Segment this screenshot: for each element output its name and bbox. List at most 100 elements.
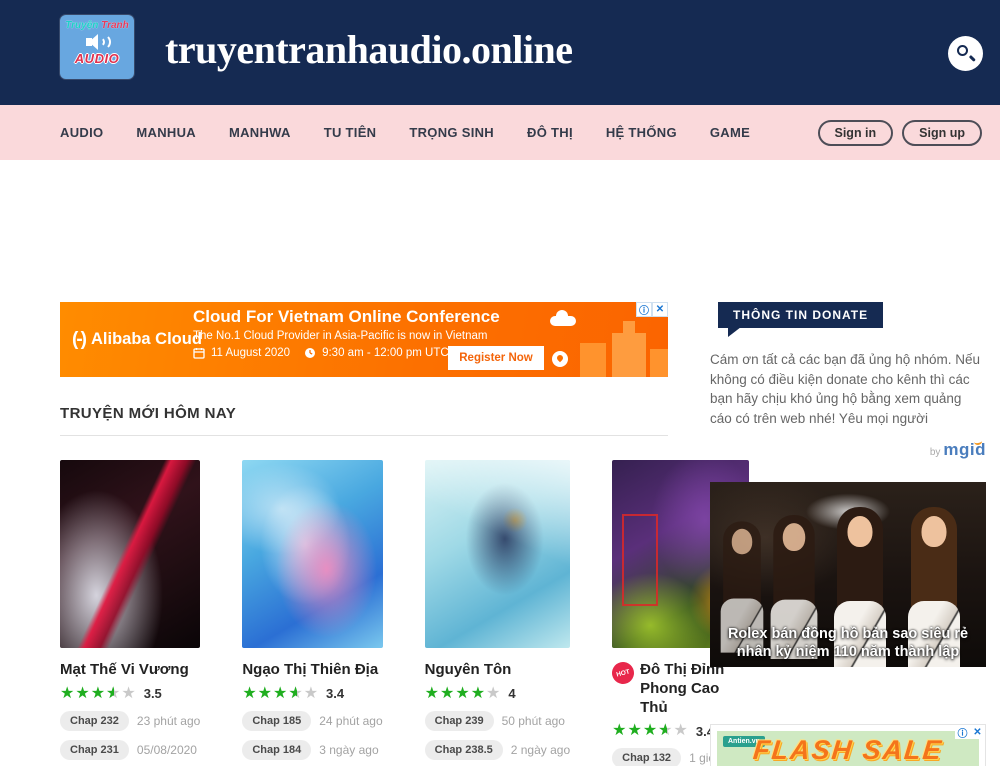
ad-info-icon[interactable]: ⓘ: [955, 725, 970, 739]
comic-title[interactable]: Ngạo Thị Thiên Địa: [242, 661, 378, 680]
building-decoration: [650, 349, 668, 377]
chapter-time: 3 ngày ago: [319, 743, 378, 757]
star-full-icon: ★: [471, 686, 486, 702]
star-full-icon: ★: [75, 686, 90, 702]
nav-item-audio[interactable]: AUDIO: [60, 125, 103, 140]
star-half-icon: ★★: [288, 686, 303, 702]
site-title[interactable]: truyentranhaudio.online: [165, 26, 572, 73]
chapter-row: Chap 185 24 phút ago: [242, 711, 382, 731]
alibaba-brand-label: Alibaba Cloud: [91, 330, 202, 349]
site-logo[interactable]: Truyện Tranh AUDIO: [60, 15, 134, 79]
star-full-icon: ★: [60, 686, 75, 702]
hot-badge: HOT: [610, 660, 637, 687]
mgid-logo: mgid: [943, 440, 986, 459]
banner-title: Cloud For Vietnam Online Conference: [193, 307, 500, 327]
star-full-icon: ★: [273, 686, 288, 702]
clock-icon: [304, 347, 316, 359]
location-pin-icon: [552, 351, 568, 367]
mgid-by-label: by: [930, 447, 941, 458]
nav-item-game[interactable]: GAME: [710, 125, 750, 140]
alibaba-logo-icon: (-): [72, 329, 85, 351]
cloud-decoration: [550, 316, 576, 326]
sign-up-button[interactable]: Sign up: [902, 120, 982, 146]
chapter-link[interactable]: Chap 132: [612, 748, 681, 766]
nav-item-he-thong[interactable]: HỆ THỐNG: [606, 125, 677, 140]
comic-title[interactable]: Nguyên Tôn: [425, 661, 512, 680]
donate-text: Cám ơn tất cả các bạn đã ủng hộ nhóm. Nế…: [710, 350, 986, 428]
speaker-icon: [86, 34, 108, 50]
chapter-link[interactable]: Chap 185: [242, 711, 311, 731]
flash-sale-inner: Antien.vn FLASH SALE XEM NGAY: [717, 731, 979, 766]
star-full-icon: ★: [425, 686, 440, 702]
star-full-icon: ★: [440, 686, 455, 702]
comic-cover[interactable]: [425, 460, 570, 648]
comic-card: Nguyên Tôn ★★★★★4 Chap 239 50 phút ago C…: [425, 460, 570, 766]
rating-value: 4: [508, 687, 515, 700]
sign-in-button[interactable]: Sign in: [818, 120, 894, 146]
nav-item-trong-sinh[interactable]: TRỌNG SINH: [409, 125, 494, 140]
chapter-time: 24 phút ago: [319, 714, 382, 728]
star-empty-icon: ★: [486, 686, 501, 702]
chapter-link[interactable]: Chap 231: [60, 740, 129, 760]
logo-text: Truyện Tranh: [60, 20, 134, 31]
ad-close-icon[interactable]: ✕: [652, 302, 668, 317]
calendar-icon: [193, 347, 205, 359]
alibaba-logo: (-) Alibaba Cloud: [72, 302, 202, 377]
chapter-row: Chap 232 23 phút ago: [60, 711, 200, 731]
ad-controls: ⓘ ✕: [955, 725, 985, 739]
rating-stars: ★★★★★★3.5: [60, 686, 200, 702]
nav-item-tu-tien[interactable]: TU TIÊN: [324, 125, 377, 140]
rating-stars: ★★★★★4: [425, 686, 570, 702]
sidebar: THÔNG TIN DONATE Cám ơn tất cả các bạn đ…: [710, 302, 986, 766]
comic-card-grid: Mạt Thế Vi Vương ★★★★★★3.5 Chap 232 23 p…: [60, 460, 668, 766]
logo-audio-label: AUDIO: [60, 51, 134, 66]
rating-stars: ★★★★★★3.4: [242, 686, 382, 702]
mgid-attribution[interactable]: bymgid: [710, 440, 986, 460]
nav-item-manhua[interactable]: MANHUA: [136, 125, 196, 140]
cathedral-decoration: [612, 333, 646, 377]
star-full-icon: ★: [258, 686, 273, 702]
chapter-link[interactable]: Chap 238.5: [425, 740, 503, 760]
ad-info-icon[interactable]: ⓘ: [636, 302, 652, 317]
chapter-link[interactable]: Chap 232: [60, 711, 129, 731]
star-half-icon: ★★: [106, 686, 121, 702]
banner-date: 11 August 2020: [211, 347, 290, 359]
comic-card: Ngạo Thị Thiên Địa ★★★★★★3.4 Chap 185 24…: [242, 460, 382, 766]
star-half-icon: ★★: [658, 723, 673, 739]
flash-sale-ad[interactable]: Antien.vn FLASH SALE XEM NGAY ⓘ ✕: [710, 724, 986, 766]
chapter-link[interactable]: Chap 184: [242, 740, 311, 760]
comic-cover[interactable]: [60, 460, 200, 648]
page: Truyện Tranh AUDIO truyentranhaudio.onli…: [0, 0, 1000, 766]
search-button[interactable]: [948, 36, 983, 71]
ad-close-icon[interactable]: ✕: [970, 725, 985, 739]
flash-sale-title: FLASH SALE: [717, 735, 979, 766]
rating-value: 3.4: [326, 687, 344, 700]
donate-heading: THÔNG TIN DONATE: [718, 302, 883, 328]
chapter-time: 05/08/2020: [137, 743, 197, 757]
comic-cover[interactable]: [242, 460, 382, 648]
main-content: (-) Alibaba Cloud Cloud For Vietnam Onli…: [60, 302, 668, 766]
chapter-link[interactable]: Chap 239: [425, 711, 494, 731]
chapter-time: 50 phút ago: [502, 714, 565, 728]
star-empty-icon: ★: [674, 723, 689, 739]
main-nav: AUDIO MANHUA MANHWA TU TIÊN TRỌNG SINH Đ…: [0, 105, 1000, 160]
register-now-button[interactable]: Register Now: [448, 346, 544, 370]
alibaba-ad-banner[interactable]: (-) Alibaba Cloud Cloud For Vietnam Onli…: [60, 302, 668, 377]
nav-item-do-thi[interactable]: ĐÔ THỊ: [527, 125, 573, 140]
native-ad-caption: Rolex bán đồng hồ bản sao siêu rẻ nhân k…: [710, 625, 986, 661]
nav-item-manhwa[interactable]: MANHWA: [229, 125, 291, 140]
comic-title[interactable]: Mạt Thế Vi Vương: [60, 661, 189, 680]
chapter-row: Chap 231 05/08/2020: [60, 740, 200, 760]
chapter-time: 23 phút ago: [137, 714, 200, 728]
search-icon: [957, 45, 968, 56]
auth-buttons: Sign in Sign up: [818, 120, 983, 146]
banner-subtitle: The No.1 Cloud Provider in Asia-Pacific …: [193, 330, 500, 342]
site-header: Truyện Tranh AUDIO truyentranhaudio.onli…: [0, 0, 1000, 105]
star-full-icon: ★: [455, 686, 470, 702]
rating-value: 3.5: [144, 687, 162, 700]
star-empty-icon: ★: [304, 686, 319, 702]
chapter-row: Chap 238.5 2 ngày ago: [425, 740, 570, 760]
rolex-native-ad[interactable]: Rolex bán đồng hồ bản sao siêu rẻ nhân k…: [710, 482, 986, 667]
chapter-row: Chap 184 3 ngày ago: [242, 740, 382, 760]
star-full-icon: ★: [242, 686, 257, 702]
